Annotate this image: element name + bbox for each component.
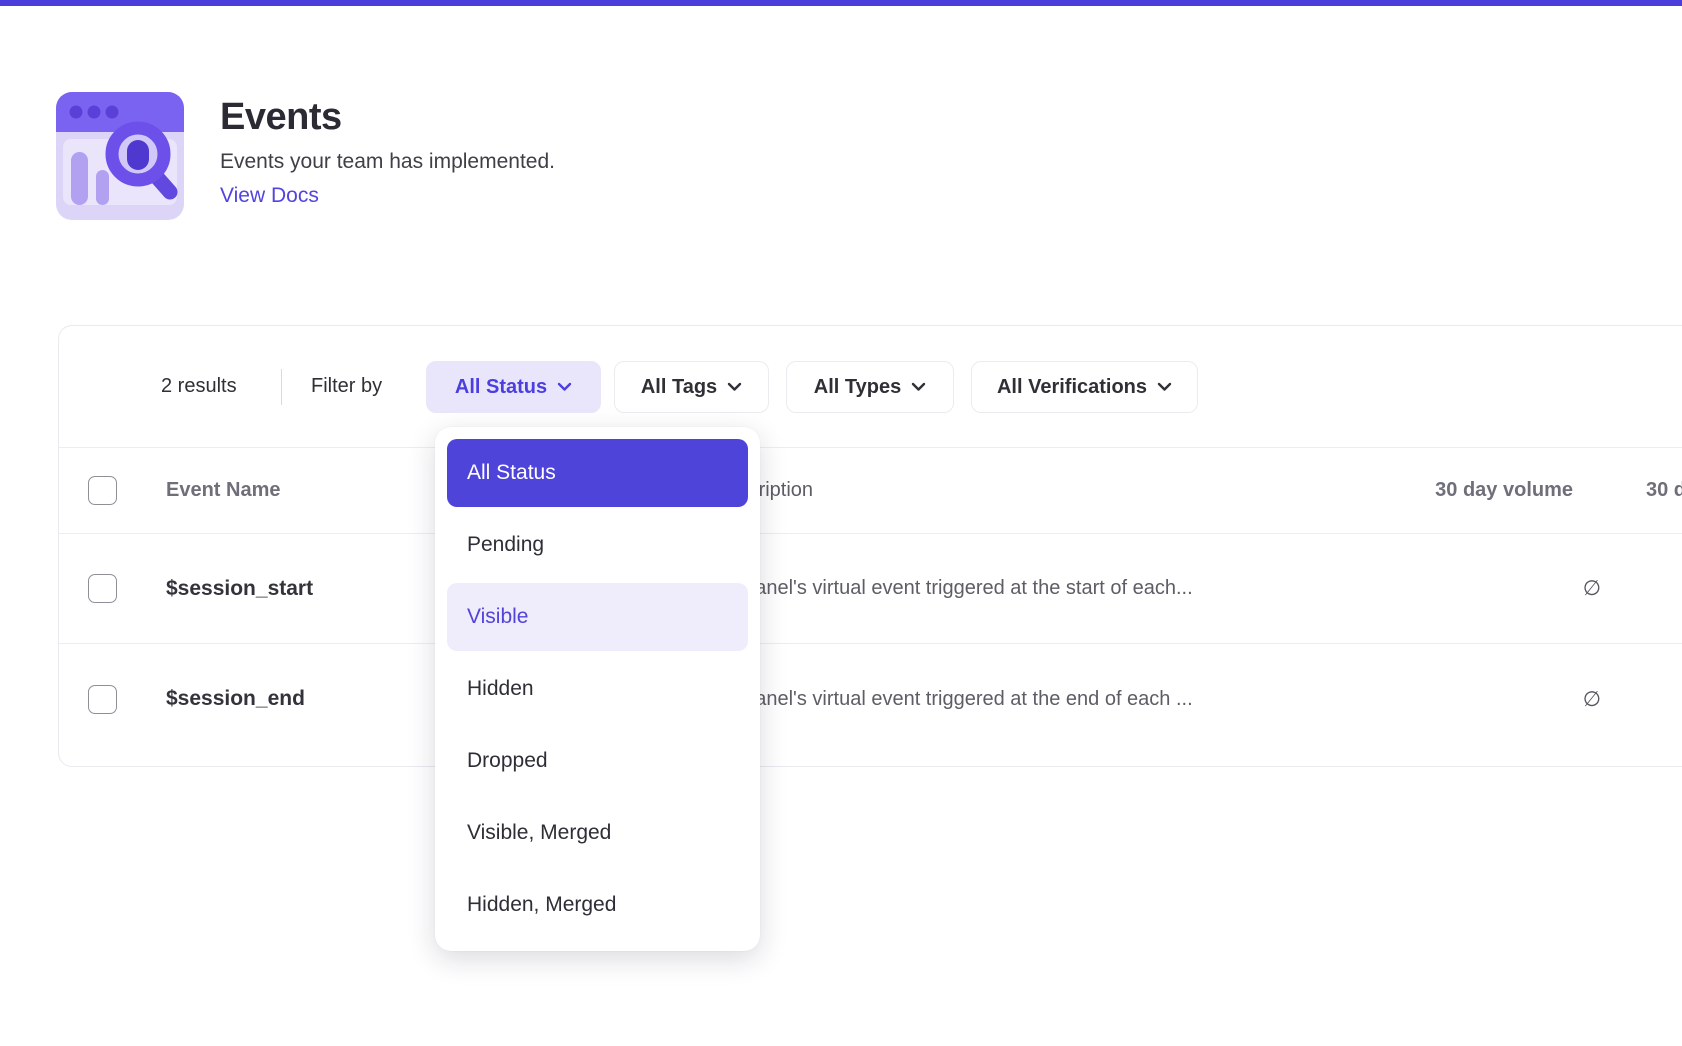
table-row[interactable]: $session_start Mixpanel's virtual event … bbox=[59, 534, 1682, 644]
event-30day-volume: ∅ bbox=[1421, 576, 1601, 601]
filter-toolbar: 2 results Filter by All Status All Tags … bbox=[59, 326, 1682, 448]
events-page: Events Events your team has implemented.… bbox=[0, 0, 1682, 1046]
chevron-down-icon bbox=[1157, 382, 1172, 392]
column-header-30-day-volume: 30 day volume bbox=[1421, 479, 1601, 502]
results-count: 2 results bbox=[161, 326, 237, 447]
column-header-description: Description bbox=[713, 479, 1421, 502]
verifications-filter-button[interactable]: All Verifications bbox=[971, 361, 1198, 413]
tags-filter-button[interactable]: All Tags bbox=[614, 361, 769, 413]
status-filter-button[interactable]: All Status bbox=[426, 361, 601, 413]
chevron-down-icon bbox=[557, 382, 572, 392]
menu-item-hidden-merged[interactable]: Hidden, Merged bbox=[447, 871, 748, 939]
tags-filter-label: All Tags bbox=[641, 376, 717, 399]
select-all-checkbox[interactable] bbox=[88, 476, 117, 505]
status-dropdown-menu: All Status Pending Visible Hidden Droppe… bbox=[435, 427, 760, 951]
status-filter-label: All Status bbox=[455, 376, 547, 399]
filter-by-label: Filter by bbox=[311, 326, 382, 447]
table-row[interactable]: $session_end Mixpanel's virtual event tr… bbox=[59, 644, 1682, 754]
chevron-down-icon bbox=[911, 382, 926, 392]
column-header-clipped: 30 da bbox=[1601, 479, 1682, 502]
event-description: Mixpanel's virtual event triggered at th… bbox=[713, 688, 1421, 711]
menu-item-hidden[interactable]: Hidden bbox=[447, 655, 748, 723]
row-checkbox[interactable] bbox=[88, 685, 117, 714]
menu-item-dropped[interactable]: Dropped bbox=[447, 727, 748, 795]
verifications-filter-label: All Verifications bbox=[997, 376, 1147, 399]
table-header-row: Event Name Description 30 day volume 30 … bbox=[59, 448, 1682, 534]
menu-item-pending[interactable]: Pending bbox=[447, 511, 748, 579]
view-docs-link[interactable]: View Docs bbox=[220, 181, 319, 211]
events-card: 2 results Filter by All Status All Tags … bbox=[58, 325, 1682, 767]
types-filter-button[interactable]: All Types bbox=[786, 361, 954, 413]
events-analytics-icon bbox=[56, 92, 184, 220]
toolbar-divider bbox=[281, 369, 282, 405]
page-header: Events Events your team has implemented.… bbox=[56, 92, 555, 220]
page-subtitle: Events your team has implemented. bbox=[220, 147, 555, 177]
event-30day-volume: ∅ bbox=[1421, 687, 1601, 712]
types-filter-label: All Types bbox=[814, 376, 901, 399]
row-checkbox[interactable] bbox=[88, 574, 117, 603]
top-accent-bar bbox=[0, 0, 1682, 6]
page-title: Events bbox=[220, 94, 555, 140]
event-description: Mixpanel's virtual event triggered at th… bbox=[713, 577, 1421, 600]
menu-item-visible[interactable]: Visible bbox=[447, 583, 748, 651]
menu-item-all-status[interactable]: All Status bbox=[447, 439, 748, 507]
menu-item-visible-merged[interactable]: Visible, Merged bbox=[447, 799, 748, 867]
chevron-down-icon bbox=[727, 382, 742, 392]
